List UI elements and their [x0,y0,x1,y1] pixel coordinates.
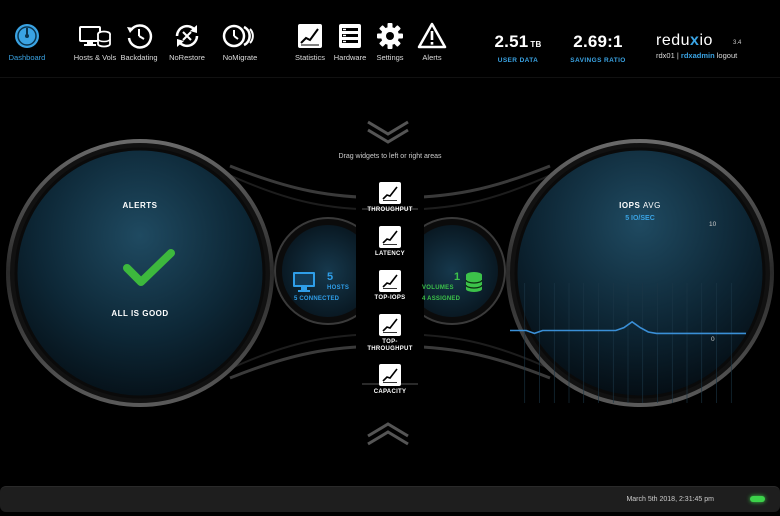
volumes-count: 1 [454,271,461,283]
user-data-stat: 2.51 TB USER DATA [488,32,548,64]
status-bar: March 5th 2018, 2:31:45 pm [0,486,780,512]
widget-top-throughput[interactable]: TOP- THROUGHPUT [360,314,420,353]
widget-top-throughput-label: TOP- THROUGHPUT [367,339,413,352]
dashboard-gauge-icon [15,24,39,48]
widget-top-iops[interactable]: TOP-IOPS [360,270,420,302]
nav-settings[interactable]: Settings [370,22,410,62]
backdating-clock-icon [127,24,153,49]
volumes-assigned: 4 ASSIGNED [422,296,461,302]
alerts-status: ALL IS GOOD [111,309,169,318]
nav-norestore-label: NoRestore [169,53,205,62]
iops-y-max-label: 10 [709,221,717,228]
hosts-unit: HOSTS [327,285,350,291]
throughput-chart-icon [379,182,401,204]
system-name: rdx01 [656,51,675,60]
widget-top-iops-label: TOP-IOPS [374,295,406,301]
nav-settings-label: Settings [376,53,404,62]
logout-link[interactable]: logout [717,51,737,60]
widget-throughput[interactable]: THROUGHPUT [360,182,420,214]
hosts-summary[interactable]: 5 HOSTS 5 CONNECTED [282,225,358,315]
nav-backdating-label: Backdating [120,53,158,62]
checkmark-icon [123,249,175,286]
widget-latency[interactable]: LATENCY [360,226,420,258]
database-icon [465,272,483,292]
status-timestamp: March 5th 2018, 2:31:45 pm [626,496,714,503]
dashboard-stage: Drag widgets to left or right areas ALER… [0,78,780,480]
savings-ratio-stat: 2.69:1 SAVINGS RATIO [566,32,630,64]
user-data-label: USER DATA [497,57,539,64]
nav-nomigrate-label: NoMigrate [222,53,258,62]
savings-ratio-value: 2.69:1 [573,32,623,51]
monitor-icon [293,272,315,292]
version-label: 3.4 [733,40,742,46]
volumes-summary[interactable]: 1 VOLUMES 4 ASSIGNED [418,225,498,315]
brand-logo: reduxio [656,32,713,49]
warning-triangle-icon [417,22,447,49]
hosts-connected: 5 CONNECTED [294,296,340,302]
hosts-volumes-icon [79,26,111,48]
nav-statistics[interactable]: Statistics [290,22,330,62]
iops-chart [510,283,746,403]
volumes-unit: VOLUMES [422,285,454,291]
norestore-icon [175,24,199,48]
nav-alerts[interactable]: Alerts [412,22,452,62]
iops-value: 5 IO/SEC [625,215,655,222]
nomigrate-icon [222,24,254,48]
statistics-chart-icon [298,24,322,48]
hardware-server-icon [339,24,361,48]
top-throughput-chart-icon [379,314,401,336]
nav-hardware[interactable]: Hardware [330,22,370,62]
widget-capacity[interactable]: CAPACITY [360,364,420,396]
nav-nomigrate[interactable]: NoMigrate [218,22,262,62]
nav-norestore[interactable]: NoRestore [166,22,208,62]
nav-statistics-label: Statistics [294,53,325,62]
session-info: rdx01 | rdxadmin logout [656,51,738,60]
savings-ratio-label: SAVINGS RATIO [570,57,626,64]
nav-alerts-label: Alerts [422,53,442,62]
top-navigation-bar: Dashboard Hosts & Vols Backdating NoRest… [0,0,780,78]
top-iops-chart-icon [379,270,401,292]
widget-capacity-label: CAPACITY [373,389,407,395]
widget-throughput-label: THROUGHPUT [367,207,413,213]
nav-dashboard[interactable]: Dashboard [8,22,46,62]
capacity-chart-icon [379,364,401,386]
iops-title: IOPS AVG [619,201,661,210]
username[interactable]: rdxadmin [681,51,715,60]
alerts-title: ALERTS [122,201,158,210]
nav-backdating[interactable]: Backdating [120,22,158,62]
alerts-widget[interactable]: ALERTS ALL IS GOOD [16,149,264,397]
status-led-indicator [750,496,765,502]
nav-hosts-vols-label: Hosts & Vols [73,53,117,62]
user-data-value: 2.51 TB [494,32,542,51]
chevron-up-icon[interactable] [366,422,410,446]
hosts-count: 5 [327,271,334,283]
nav-hardware-label: Hardware [333,53,367,62]
chevron-down-icon[interactable] [366,120,410,144]
nav-hosts-vols[interactable]: Hosts & Vols [72,22,118,62]
gear-icon [377,23,403,49]
widget-latency-label: LATENCY [375,251,405,257]
latency-chart-icon [379,226,401,248]
nav-dashboard-label: Dashboard [8,53,46,62]
